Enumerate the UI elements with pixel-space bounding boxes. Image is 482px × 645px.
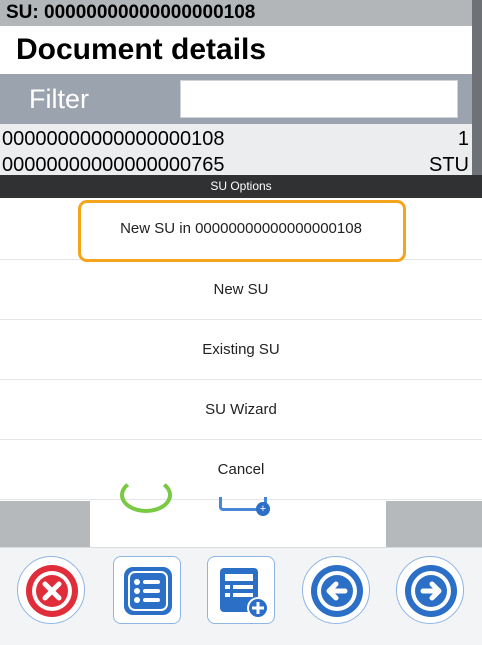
option-cancel[interactable]: Cancel xyxy=(0,440,482,500)
add-document-icon xyxy=(220,568,269,619)
dialog-title: SU Options xyxy=(0,175,482,198)
list-item[interactable]: 00000000000000000765 STU xyxy=(0,153,472,177)
document-list: 00000000000000000108 1 00000000000000000… xyxy=(0,124,472,178)
filter-bar: Filter xyxy=(0,74,472,124)
page-title: Document details xyxy=(16,33,267,66)
list-item-qty: STU xyxy=(429,154,469,176)
arrow-right-icon xyxy=(405,565,457,617)
list-icon xyxy=(124,567,172,615)
filter-input[interactable] xyxy=(180,80,458,118)
add-document-button[interactable] xyxy=(207,556,275,624)
option-new-su[interactable]: New SU xyxy=(0,260,482,320)
hidden-content: + xyxy=(0,477,482,547)
list-item[interactable]: 00000000000000000108 1 xyxy=(0,127,472,151)
su-header: SU: 00000000000000000108 xyxy=(0,0,472,26)
check-circle-icon xyxy=(120,477,172,513)
back-button[interactable] xyxy=(302,556,370,624)
add-document-icon: + xyxy=(219,497,270,516)
arrow-left-icon xyxy=(311,565,363,617)
list-item-id: 00000000000000000108 xyxy=(2,128,225,150)
forward-button[interactable] xyxy=(396,556,464,624)
option-existing-su[interactable]: Existing SU xyxy=(0,320,482,380)
list-item-qty: 1 xyxy=(457,128,469,150)
list-item-id: 00000000000000000765 xyxy=(2,154,225,176)
cancel-icon xyxy=(26,565,78,617)
filter-label: Filter xyxy=(29,84,89,114)
cancel-button[interactable] xyxy=(17,556,85,624)
option-su-wizard[interactable]: SU Wizard xyxy=(0,380,482,440)
bottom-toolbar xyxy=(0,547,482,645)
focus-highlight xyxy=(78,200,406,262)
list-button[interactable] xyxy=(113,556,181,624)
window-edge xyxy=(472,0,482,176)
